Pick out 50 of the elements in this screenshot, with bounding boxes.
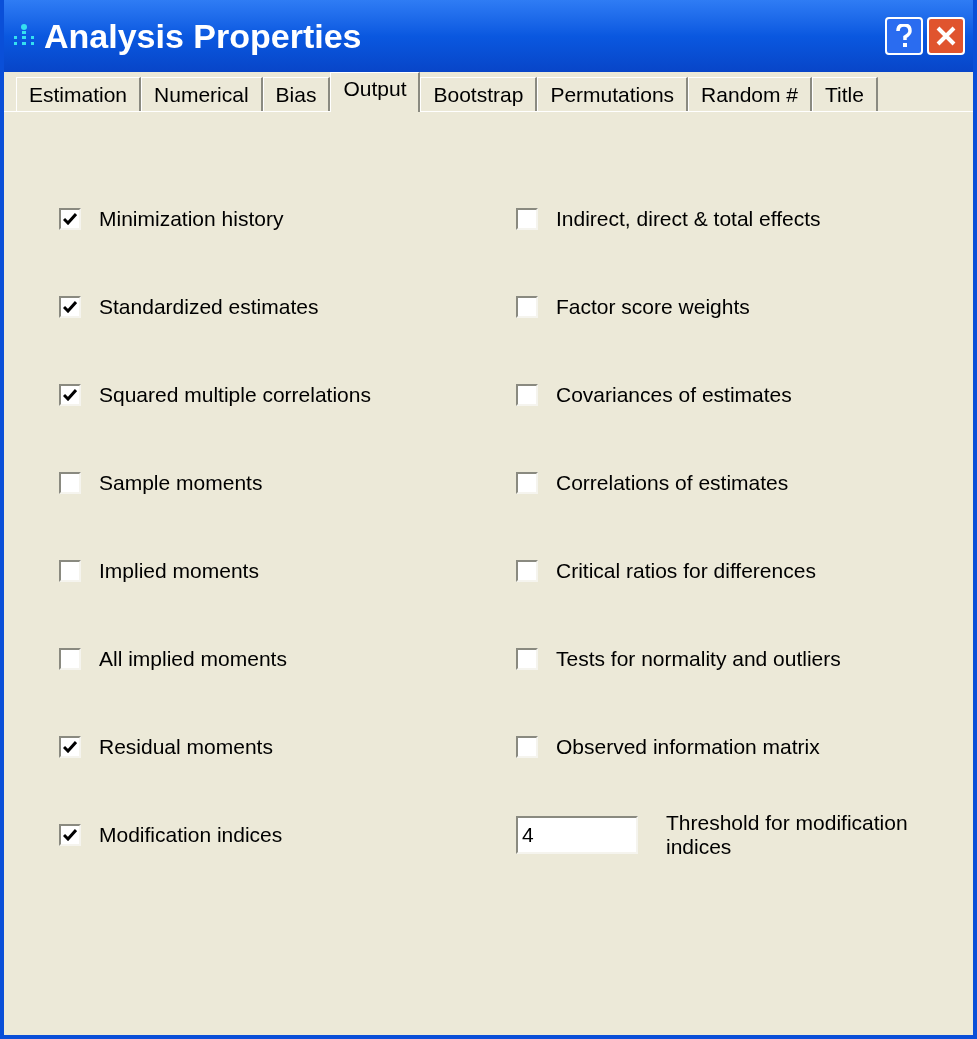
checkbox[interactable] xyxy=(516,648,538,670)
help-button[interactable] xyxy=(885,17,923,55)
checkbox-label: Correlations of estimates xyxy=(556,470,789,497)
checkbox[interactable] xyxy=(59,648,81,670)
checkbox-label: Tests for normality and outliers xyxy=(556,646,841,673)
checkbox-label: Factor score weights xyxy=(556,294,750,321)
checkbox[interactable] xyxy=(516,384,538,406)
help-icon xyxy=(896,24,912,48)
checkbox-label: Standardized estimates xyxy=(99,294,319,321)
checkbox-label: Modification indices xyxy=(99,822,283,849)
checkbox-label: Minimization history xyxy=(99,206,284,233)
tab[interactable]: Output xyxy=(330,72,421,112)
checkbox-label: Critical ratios for differences xyxy=(556,558,816,585)
checkbox[interactable] xyxy=(59,736,81,758)
checkbox-label: Indirect, direct & total effects xyxy=(556,206,821,233)
tab[interactable]: Random # xyxy=(688,77,812,111)
tab[interactable]: Numerical xyxy=(141,77,263,111)
checkbox[interactable] xyxy=(59,384,81,406)
checkmark-icon xyxy=(63,741,77,753)
close-button[interactable] xyxy=(927,17,965,55)
checkbox-label: Covariances of estimates xyxy=(556,382,792,409)
checkbox-label: Residual moments xyxy=(99,734,273,761)
checkbox[interactable] xyxy=(59,296,81,318)
checkbox-label: Observed information matrix xyxy=(556,734,820,761)
checkbox-label: Implied moments xyxy=(99,558,259,585)
checkmark-icon xyxy=(63,213,77,225)
tab[interactable]: Title xyxy=(812,77,878,111)
checkbox[interactable] xyxy=(516,736,538,758)
checkmark-icon xyxy=(63,389,77,401)
checkbox[interactable] xyxy=(59,824,81,846)
checkbox[interactable] xyxy=(516,472,538,494)
tab[interactable]: Bias xyxy=(262,77,331,111)
close-icon xyxy=(935,25,957,47)
checkbox[interactable] xyxy=(59,560,81,582)
checkbox-label: Squared multiple correlations xyxy=(99,382,371,409)
checkmark-icon xyxy=(63,829,77,841)
checkbox[interactable] xyxy=(516,560,538,582)
checkmark-icon xyxy=(63,301,77,313)
checkbox[interactable] xyxy=(516,208,538,230)
checkbox[interactable] xyxy=(59,472,81,494)
checkbox[interactable] xyxy=(59,208,81,230)
tab[interactable]: Estimation xyxy=(16,77,142,111)
window-title: Analysis Properties xyxy=(44,15,362,57)
tab[interactable]: Bootstrap xyxy=(420,77,538,111)
tab[interactable]: Permutations xyxy=(537,77,689,111)
checkbox-label: All implied moments xyxy=(99,646,287,673)
checkbox-label: Sample moments xyxy=(99,470,263,497)
threshold-field[interactable]: 4 xyxy=(516,816,638,854)
checkbox[interactable] xyxy=(516,296,538,318)
field-label: Threshold for modification indices xyxy=(666,811,909,859)
